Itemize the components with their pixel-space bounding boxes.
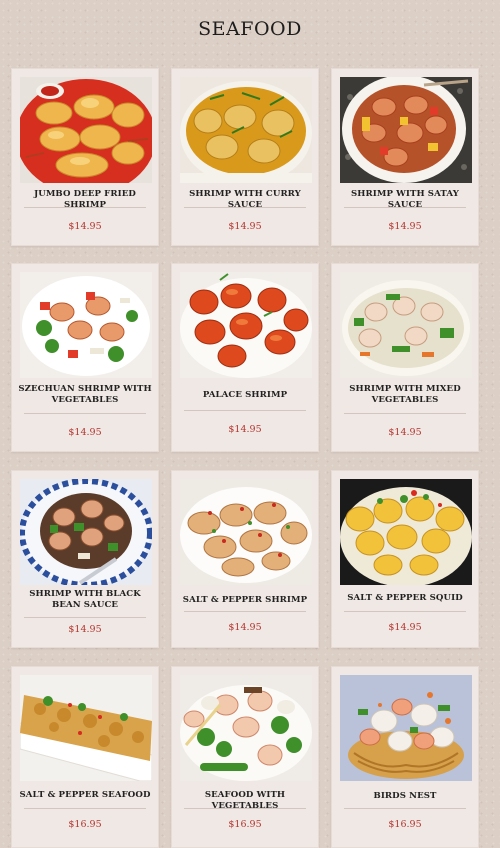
- item-price: $16.95: [228, 819, 262, 830]
- food-image[interactable]: [180, 675, 312, 781]
- menu-card[interactable]: SALT & PEPPER SHRIMP $14.95: [171, 470, 319, 648]
- item-price: $14.95: [228, 622, 262, 633]
- menu-card[interactable]: SHRIMP WITH CURRY SAUCE $14.95: [171, 68, 319, 246]
- food-image[interactable]: [340, 77, 472, 183]
- food-image[interactable]: [340, 675, 472, 781]
- divider: [344, 207, 466, 208]
- food-image[interactable]: [180, 272, 312, 378]
- food-image[interactable]: [180, 479, 312, 585]
- menu-card[interactable]: SEAFOOD WITH VEGETABLES $16.95: [171, 666, 319, 848]
- food-image[interactable]: [340, 272, 472, 378]
- divider: [24, 413, 146, 414]
- item-price: $16.95: [68, 819, 102, 830]
- item-price: $14.95: [388, 221, 422, 232]
- page-title: SEAFOOD: [198, 18, 302, 40]
- divider: [24, 207, 146, 208]
- item-price: $14.95: [388, 622, 422, 633]
- food-image[interactable]: [20, 675, 152, 781]
- item-name: SHRIMP WITH BLACK BEAN SAUCE: [29, 589, 141, 610]
- food-image[interactable]: [340, 479, 472, 585]
- menu-card[interactable]: PALACE SHRIMP $14.95: [171, 263, 319, 452]
- menu-card[interactable]: SZECHUAN SHRIMP WITH VEGETABLES $14.95: [11, 263, 159, 452]
- divider: [24, 617, 146, 618]
- item-name: PALACE SHRIMP: [202, 390, 288, 400]
- item-name: SZECHUAN SHRIMP WITH VEGETABLES: [18, 384, 152, 405]
- divider: [184, 611, 306, 612]
- menu-card[interactable]: SHRIMP WITH BLACK BEAN SAUCE $14.95: [11, 470, 159, 648]
- divider: [344, 413, 466, 414]
- menu-card[interactable]: SHRIMP WITH MIXED VEGETABLES $14.95: [331, 263, 479, 452]
- divider: [184, 207, 306, 208]
- item-price: $14.95: [68, 221, 102, 232]
- divider: [344, 808, 466, 809]
- item-price: $14.95: [68, 624, 102, 635]
- item-price: $14.95: [228, 221, 262, 232]
- item-name: SALT & PEPPER SEAFOOD: [19, 790, 151, 800]
- divider: [184, 410, 306, 411]
- divider: [344, 611, 466, 612]
- menu-card[interactable]: SALT & PEPPER SEAFOOD $16.95: [11, 666, 159, 848]
- item-name: BIRDS NEST: [373, 791, 437, 801]
- item-name: SALT & PEPPER SQUID: [347, 593, 463, 603]
- item-price: $14.95: [388, 427, 422, 438]
- menu-card[interactable]: JUMBO DEEP FRIED SHRIMP $14.95: [11, 68, 159, 246]
- menu-card[interactable]: SALT & PEPPER SQUID $14.95: [331, 470, 479, 648]
- food-image[interactable]: [20, 77, 152, 183]
- divider: [184, 808, 306, 809]
- item-price: $16.95: [388, 819, 422, 830]
- divider: [24, 808, 146, 809]
- item-name: SALT & PEPPER SHRIMP: [182, 595, 308, 605]
- food-image[interactable]: [180, 77, 312, 183]
- menu-card[interactable]: SHRIMP WITH SATAY SAUCE $14.95: [331, 68, 479, 246]
- item-name: SHRIMP WITH MIXED VEGETABLES: [349, 384, 461, 405]
- food-image[interactable]: [20, 272, 152, 378]
- item-price: $14.95: [68, 427, 102, 438]
- food-image[interactable]: [20, 479, 152, 585]
- item-price: $14.95: [228, 424, 262, 435]
- menu-card[interactable]: BIRDS NEST $16.95: [331, 666, 479, 848]
